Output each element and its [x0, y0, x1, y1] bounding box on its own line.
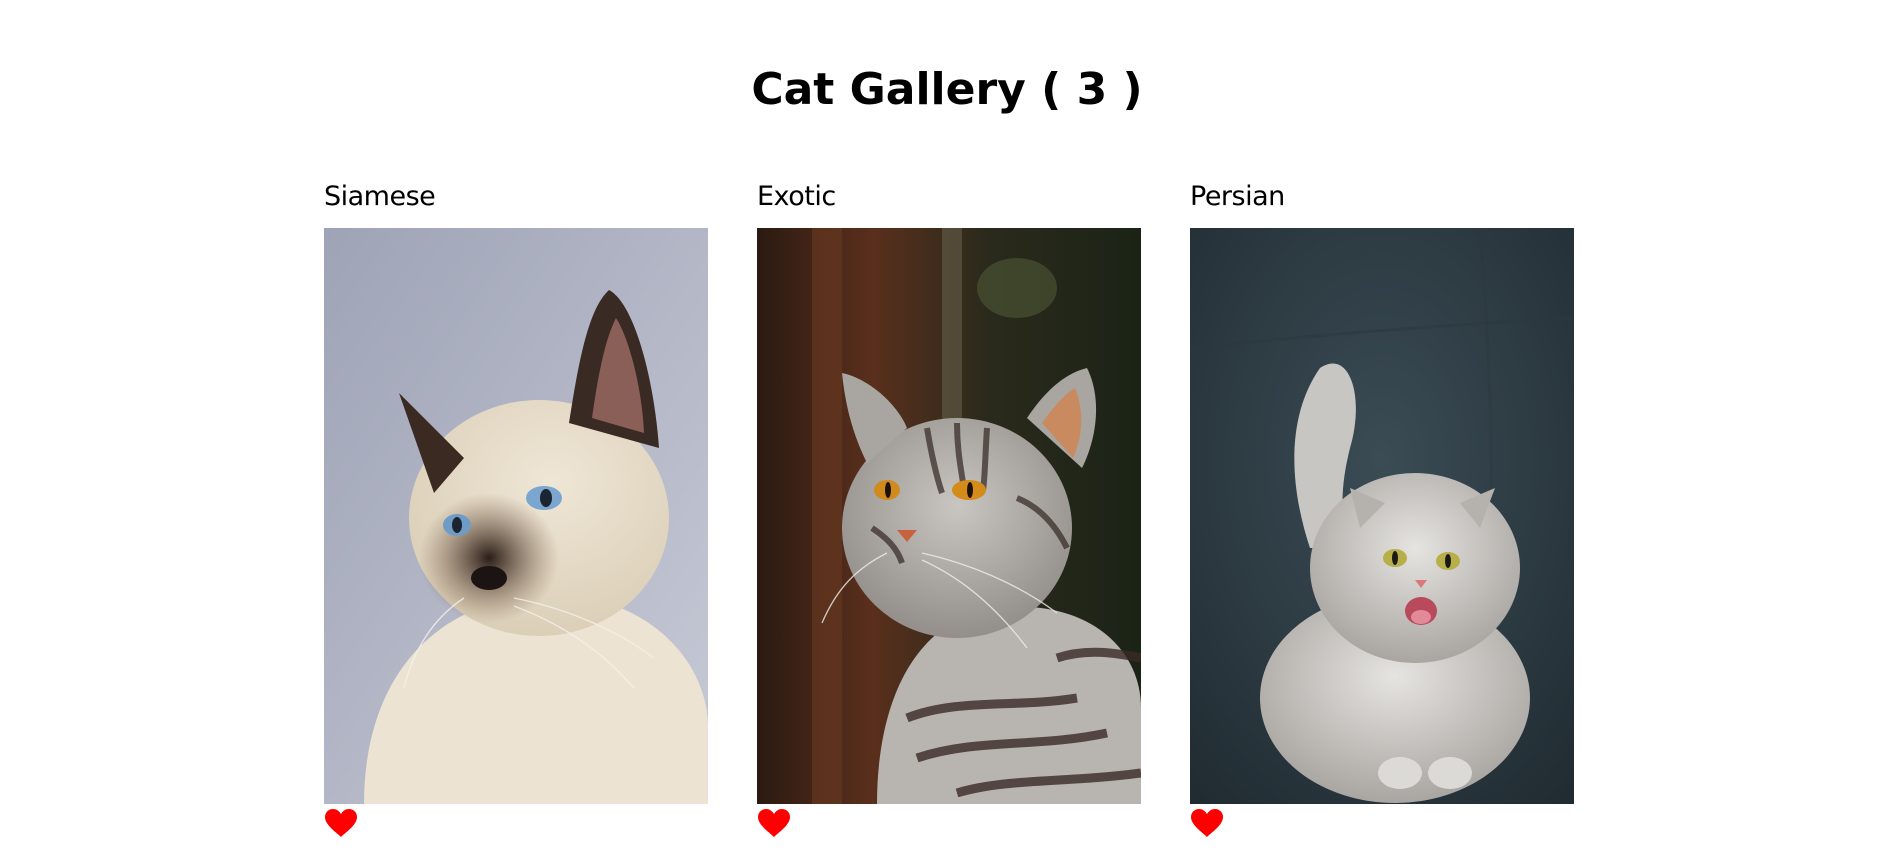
favorite-heart-icon[interactable] [1190, 808, 1224, 838]
cat-photo-persian [1190, 228, 1574, 804]
cat-breed-label: Siamese [324, 181, 436, 212]
cat-gallery: Siamese Exotic Persian [324, 180, 1574, 838]
page-title: Cat Gallery ( 3 ) [751, 64, 1143, 115]
cat-photo-siamese [324, 228, 708, 804]
cat-card: Persian [1190, 180, 1574, 838]
cat-photo-exotic [757, 228, 1141, 804]
cat-card: Exotic [757, 180, 1141, 838]
favorite-heart-icon[interactable] [324, 808, 358, 838]
cat-breed-label: Persian [1190, 181, 1285, 212]
favorite-heart-icon[interactable] [757, 808, 791, 838]
page: Cat Gallery ( 3 ) Siamese Exotic Persian [0, 0, 1894, 866]
cat-card: Siamese [324, 180, 708, 838]
cat-breed-label: Exotic [757, 181, 836, 212]
